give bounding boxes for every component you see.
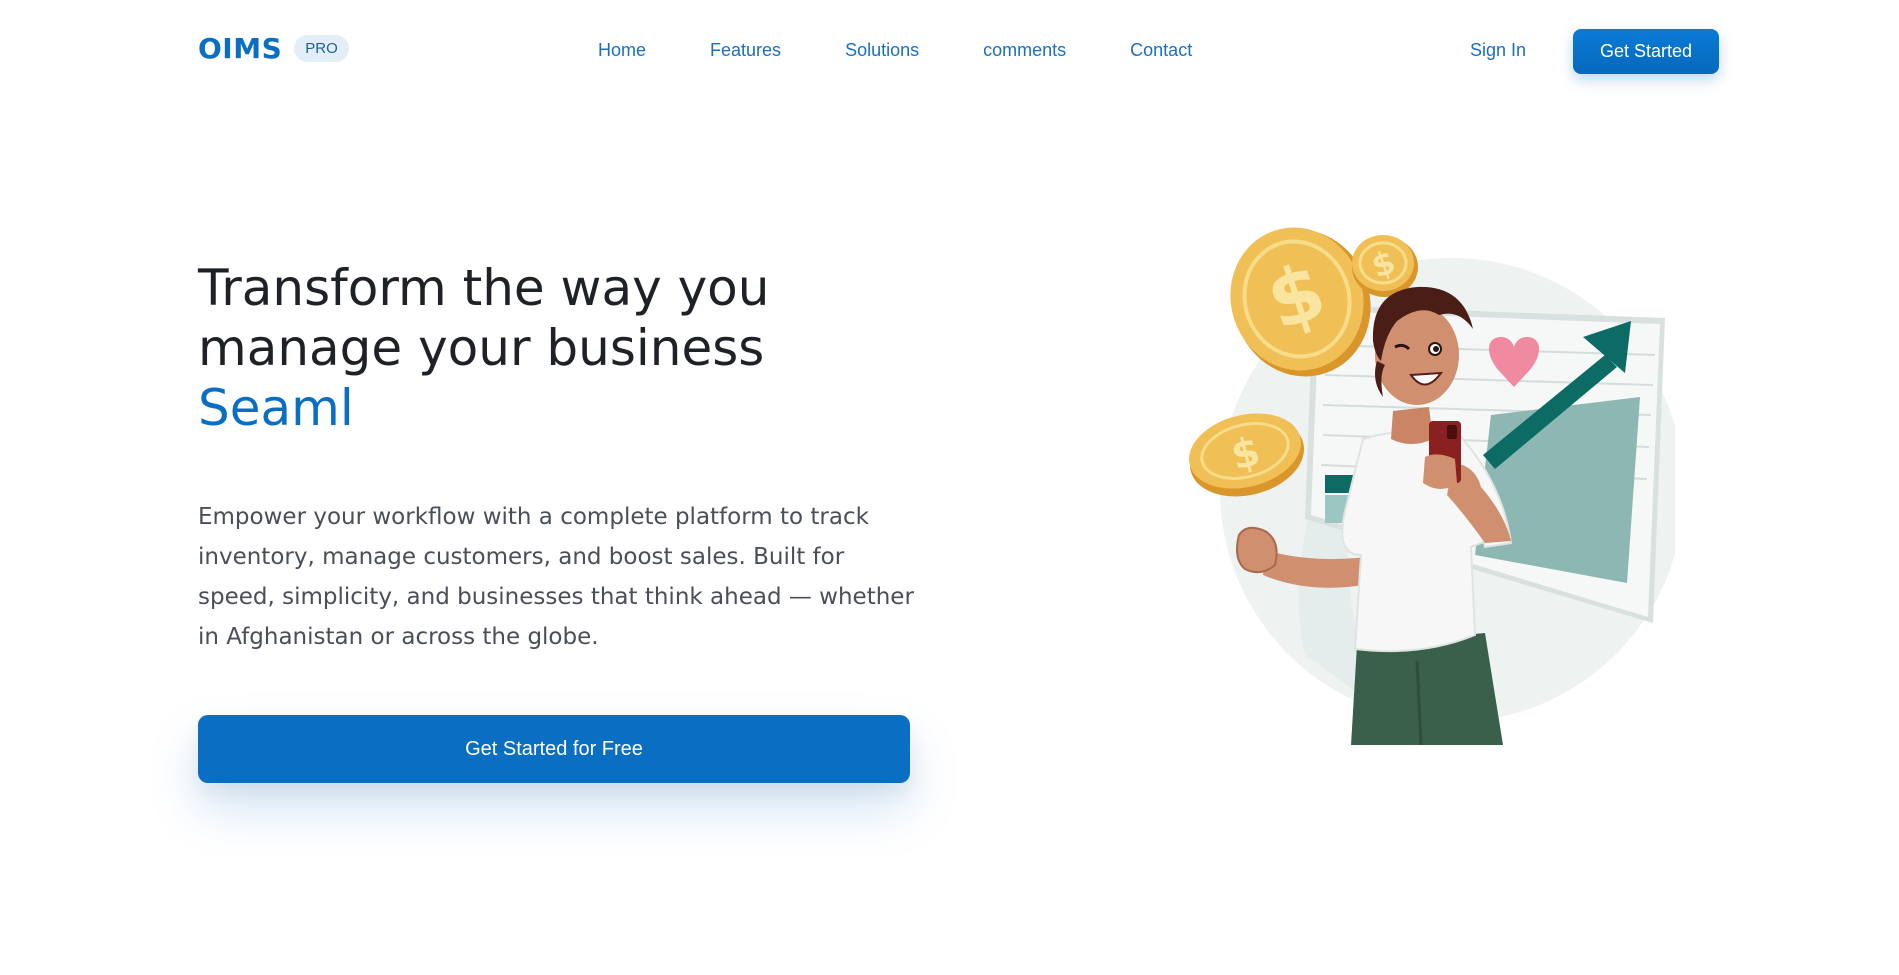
dollar-coin-icon: $	[1352, 235, 1418, 297]
brand-name: OIMS	[198, 32, 283, 65]
landing-page: OIMS PRO Home Features Solutions comment…	[0, 0, 1899, 975]
sign-in-link[interactable]: Sign In	[1470, 40, 1526, 61]
nav-link-features[interactable]: Features	[710, 40, 781, 61]
nav-link-solutions[interactable]: Solutions	[845, 40, 919, 61]
hero-illustration: $ $ $	[1185, 225, 1684, 746]
top-navbar: OIMS PRO Home Features Solutions comment…	[0, 0, 1899, 104]
nav-links: Home Features Solutions comments Contact	[598, 40, 1192, 61]
pro-badge: PRO	[294, 35, 349, 62]
hero-illustration-svg: $ $ $	[1189, 227, 1684, 746]
brand-logo[interactable]: OIMS PRO	[198, 32, 349, 65]
hero-description: Empower your workflow with a complete pl…	[198, 504, 914, 650]
get-started-free-button[interactable]: Get Started for Free	[198, 715, 910, 783]
get-started-button[interactable]: Get Started	[1573, 29, 1719, 74]
nav-link-contact[interactable]: Contact	[1130, 40, 1192, 61]
nav-link-home[interactable]: Home	[598, 40, 646, 61]
hero-title: Transform the way you manage your busine…	[198, 258, 958, 438]
hero-title-accent: Seaml	[198, 379, 354, 437]
hero-title-main: Transform the way you manage your busine…	[198, 259, 770, 377]
nav-link-comments[interactable]: comments	[983, 40, 1066, 61]
